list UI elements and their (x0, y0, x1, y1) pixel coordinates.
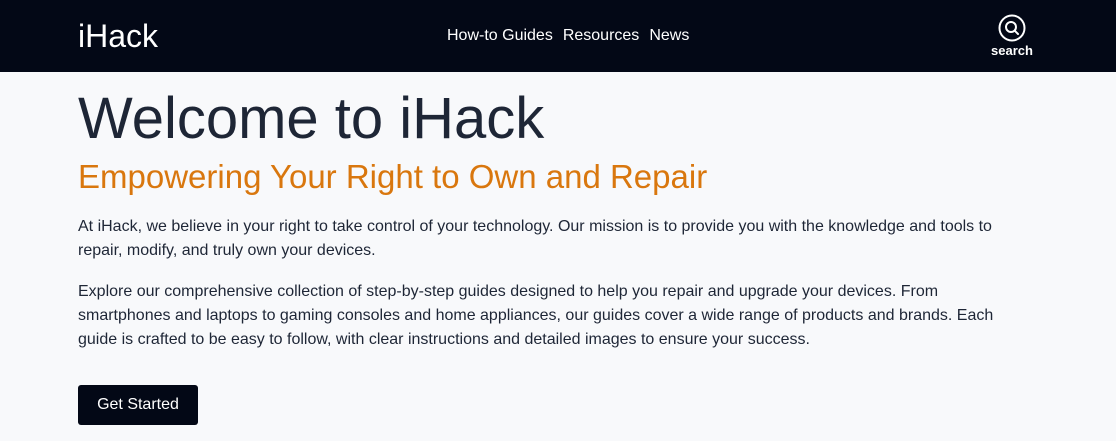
nav-link-resources[interactable]: Resources (563, 26, 639, 46)
top-navbar: iHack How-to Guides Resources News searc… (0, 0, 1116, 72)
search-label: search (991, 43, 1033, 58)
main-nav: How-to Guides Resources News (447, 26, 689, 46)
search-icon (998, 14, 1026, 42)
get-started-button[interactable]: Get Started (78, 385, 198, 425)
hero-subtitle: Empowering Your Right to Own and Repair (78, 158, 708, 195)
hero-title: Welcome to iHack (78, 86, 545, 151)
nav-link-news[interactable]: News (649, 26, 689, 46)
hero-section: Welcome to iHack Empowering Your Right t… (78, 84, 1028, 352)
mission-paragraph: At iHack, we believe in your right to ta… (78, 218, 992, 259)
site-logo[interactable]: iHack (78, 17, 158, 55)
guides-paragraph: Explore our comprehensive collection of … (78, 283, 994, 348)
nav-link-how-to-guides[interactable]: How-to Guides (447, 26, 553, 46)
search-button[interactable]: search (986, 14, 1038, 62)
